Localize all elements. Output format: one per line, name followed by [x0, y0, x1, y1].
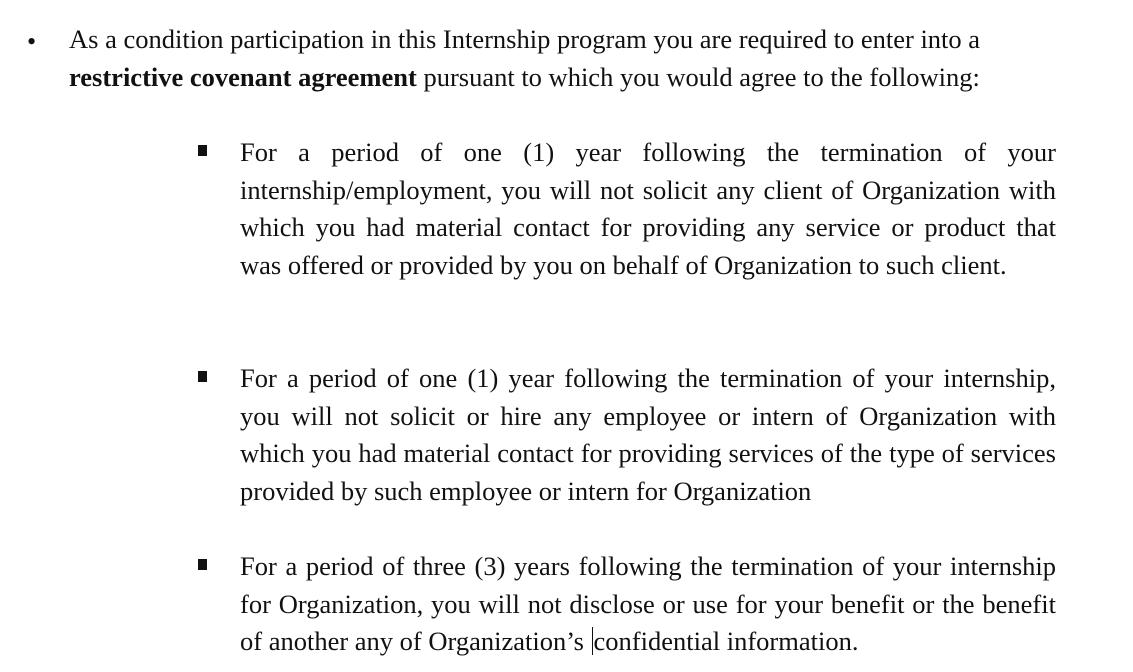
intro-paragraph[interactable]: As a condition participation in this Int… [69, 21, 1069, 96]
square-bullet-icon [198, 371, 207, 382]
list-item-text-after-cursor: confidential information. [593, 626, 859, 657]
intro-text-before: As a condition participation in this Int… [69, 24, 981, 54]
document-page: • As a condition participation in this I… [0, 0, 1133, 672]
square-bullet-icon [198, 559, 207, 570]
main-bullet: • [27, 27, 37, 56]
square-bullet-icon [198, 145, 207, 156]
intro-text-after: pursuant to which you would agree to the… [416, 61, 980, 92]
list-item-text: For a period of one (1) year following t… [240, 137, 1056, 280]
intro-bold-term: restrictive covenant agreement [69, 61, 417, 92]
text-cursor [591, 627, 593, 656]
list-item-text: For a period of three (3) years followin… [240, 548, 1056, 661]
list-item-text: For a period of one (1) year following t… [240, 363, 1056, 506]
